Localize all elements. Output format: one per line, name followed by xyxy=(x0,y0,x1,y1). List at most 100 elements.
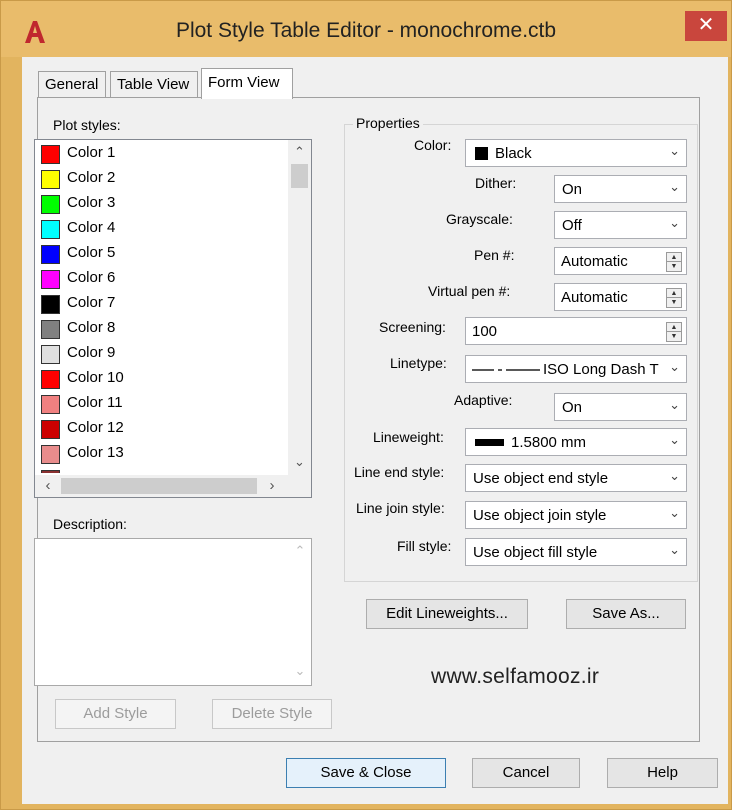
color-swatch xyxy=(41,345,60,364)
list-item[interactable]: Color 1 xyxy=(38,142,284,167)
line-join-style-label: Line join style: xyxy=(356,500,445,516)
spin-buttons[interactable]: ▲ ▼ xyxy=(666,288,682,308)
edit-lineweights-button[interactable]: Edit Lineweights... xyxy=(366,599,528,629)
linetype-value: ISO Long Dash T xyxy=(543,361,659,378)
list-item[interactable]: Color 2 xyxy=(38,167,284,192)
spin-up-icon[interactable]: ▲ xyxy=(667,253,681,262)
line-end-style-dropdown[interactable]: Use object end style ⌄ xyxy=(465,464,687,492)
help-button[interactable]: Help xyxy=(607,758,718,788)
scroll-left-arrow-icon[interactable]: ‹ xyxy=(41,477,55,494)
list-item-label: Color 12 xyxy=(67,419,124,436)
list-item[interactable]: Color 3 xyxy=(38,192,284,217)
color-swatch xyxy=(41,270,60,289)
tab-form-view[interactable]: Form View xyxy=(201,68,293,99)
list-item-label: Color 3 xyxy=(67,194,116,211)
spin-down-icon[interactable]: ▼ xyxy=(667,332,681,341)
description-textbox[interactable]: ⌃ ⌄ xyxy=(34,538,312,686)
tab-table-view[interactable]: Table View xyxy=(110,71,198,98)
spin-down-icon[interactable]: ▼ xyxy=(667,298,681,307)
spin-buttons[interactable]: ▲ ▼ xyxy=(666,322,682,342)
color-swatch xyxy=(41,170,60,189)
window-title: Plot Style Table Editor - monochrome.ctb xyxy=(175,19,557,42)
screening-label: Screening: xyxy=(379,319,446,335)
dither-dropdown[interactable]: On ⌄ xyxy=(554,175,687,203)
list-item-label: Color 5 xyxy=(67,244,116,261)
delete-style-button[interactable]: Delete Style xyxy=(212,699,332,729)
spin-buttons[interactable]: ▲ ▼ xyxy=(666,252,682,272)
pen-number-spinner[interactable]: Automatic ▲ ▼ xyxy=(554,247,687,275)
list-item[interactable]: Color 7 xyxy=(38,292,284,317)
adaptive-dropdown[interactable]: On ⌄ xyxy=(554,393,687,421)
list-item-label: Color 8 xyxy=(67,319,116,336)
scroll-up-arrow-icon[interactable]: ⌃ xyxy=(292,144,307,160)
list-item[interactable]: Color 11 xyxy=(38,392,284,417)
chevron-down-icon: ⌄ xyxy=(669,505,680,520)
tab-general[interactable]: General xyxy=(38,71,106,98)
adaptive-value: On xyxy=(562,399,583,416)
chevron-down-icon: ⌄ xyxy=(669,179,680,194)
lineweight-dropdown[interactable]: 1.5800 mm ⌄ xyxy=(465,428,687,456)
spin-up-icon[interactable]: ▲ xyxy=(667,323,681,332)
chevron-down-icon: ⌄ xyxy=(669,397,680,412)
list-item-label: Color 6 xyxy=(67,269,116,286)
color-swatch xyxy=(41,220,60,239)
lineweight-value: 1.5800 mm xyxy=(511,434,587,451)
chevron-down-icon: ⌄ xyxy=(669,143,680,158)
list-item[interactable]: Color 9 xyxy=(38,342,284,367)
chevron-down-icon: ⌄ xyxy=(669,432,680,447)
list-item-label: Color 1 xyxy=(67,144,116,161)
color-swatch xyxy=(41,395,60,414)
color-value: Black xyxy=(495,145,532,162)
list-item[interactable]: Color 12 xyxy=(38,417,284,442)
list-item-label: Color 11 xyxy=(67,394,123,411)
spin-down-icon[interactable]: ▼ xyxy=(667,262,681,271)
list-item[interactable]: Color 8 xyxy=(38,317,284,342)
list-item[interactable]: Color 6 xyxy=(38,267,284,292)
lineweight-preview-icon xyxy=(475,439,504,446)
line-join-style-value: Use object join style xyxy=(473,507,607,524)
list-item-label: Color 2 xyxy=(67,169,116,186)
color-swatch xyxy=(41,195,60,214)
watermark-text: www.selfamooz.ir xyxy=(431,665,600,688)
color-swatch xyxy=(41,420,60,439)
grayscale-dropdown[interactable]: Off ⌄ xyxy=(554,211,687,239)
horizontal-scroll-thumb[interactable] xyxy=(61,478,257,494)
add-style-button[interactable]: Add Style xyxy=(55,699,176,729)
chevron-down-icon: ⌄ xyxy=(669,215,680,230)
properties-group-title: Properties xyxy=(353,115,423,131)
title-bar[interactable]: Plot Style Table Editor - monochrome.ctb… xyxy=(1,1,731,57)
cancel-button[interactable]: Cancel xyxy=(472,758,580,788)
virtual-pen-spinner[interactable]: Automatic ▲ ▼ xyxy=(554,283,687,311)
vertical-scroll-thumb[interactable] xyxy=(291,164,308,188)
virtual-pen-value: Automatic xyxy=(561,289,628,306)
plot-styles-horizontal-scrollbar[interactable]: ‹ › xyxy=(35,475,311,497)
save-as-button[interactable]: Save As... xyxy=(566,599,686,629)
line-join-style-dropdown[interactable]: Use object join style ⌄ xyxy=(465,501,687,529)
description-label: Description: xyxy=(53,516,127,532)
color-label: Color: xyxy=(414,137,452,153)
list-item[interactable]: Color 13 xyxy=(38,442,284,467)
screening-value: 100 xyxy=(472,323,498,340)
color-dropdown[interactable]: Black ⌄ xyxy=(465,139,687,167)
list-item-label: Color 9 xyxy=(67,344,116,361)
list-item[interactable]: Color 5 xyxy=(38,242,284,267)
linetype-preview-icon xyxy=(472,369,540,371)
scroll-down-arrow-icon[interactable]: ⌄ xyxy=(292,454,307,470)
plot-styles-vertical-scrollbar[interactable]: ⌃ ⌄ xyxy=(288,140,311,475)
dither-value: On xyxy=(562,181,583,198)
fill-style-dropdown[interactable]: Use object fill style ⌄ xyxy=(465,538,687,566)
close-button[interactable]: ✕ xyxy=(685,11,727,41)
color-swatch xyxy=(41,245,60,264)
list-item[interactable]: Color 10 xyxy=(38,367,284,392)
list-item[interactable]: Color 4 xyxy=(38,217,284,242)
save-close-button[interactable]: Save & Close xyxy=(286,758,446,788)
color-swatch xyxy=(41,370,60,389)
pen-value: Automatic xyxy=(561,253,628,270)
scroll-right-arrow-icon[interactable]: › xyxy=(265,477,279,494)
color-swatch xyxy=(41,320,60,339)
screening-spinner[interactable]: 100 ▲ ▼ xyxy=(465,317,687,345)
spin-up-icon[interactable]: ▲ xyxy=(667,289,681,298)
linetype-dropdown[interactable]: ISO Long Dash T ⌄ xyxy=(465,355,687,383)
plot-styles-list[interactable]: Color 1 Color 2 Color 3 Color 4 Color 5 … xyxy=(34,139,312,498)
plot-style-editor-window: Plot Style Table Editor - monochrome.ctb… xyxy=(0,0,732,810)
